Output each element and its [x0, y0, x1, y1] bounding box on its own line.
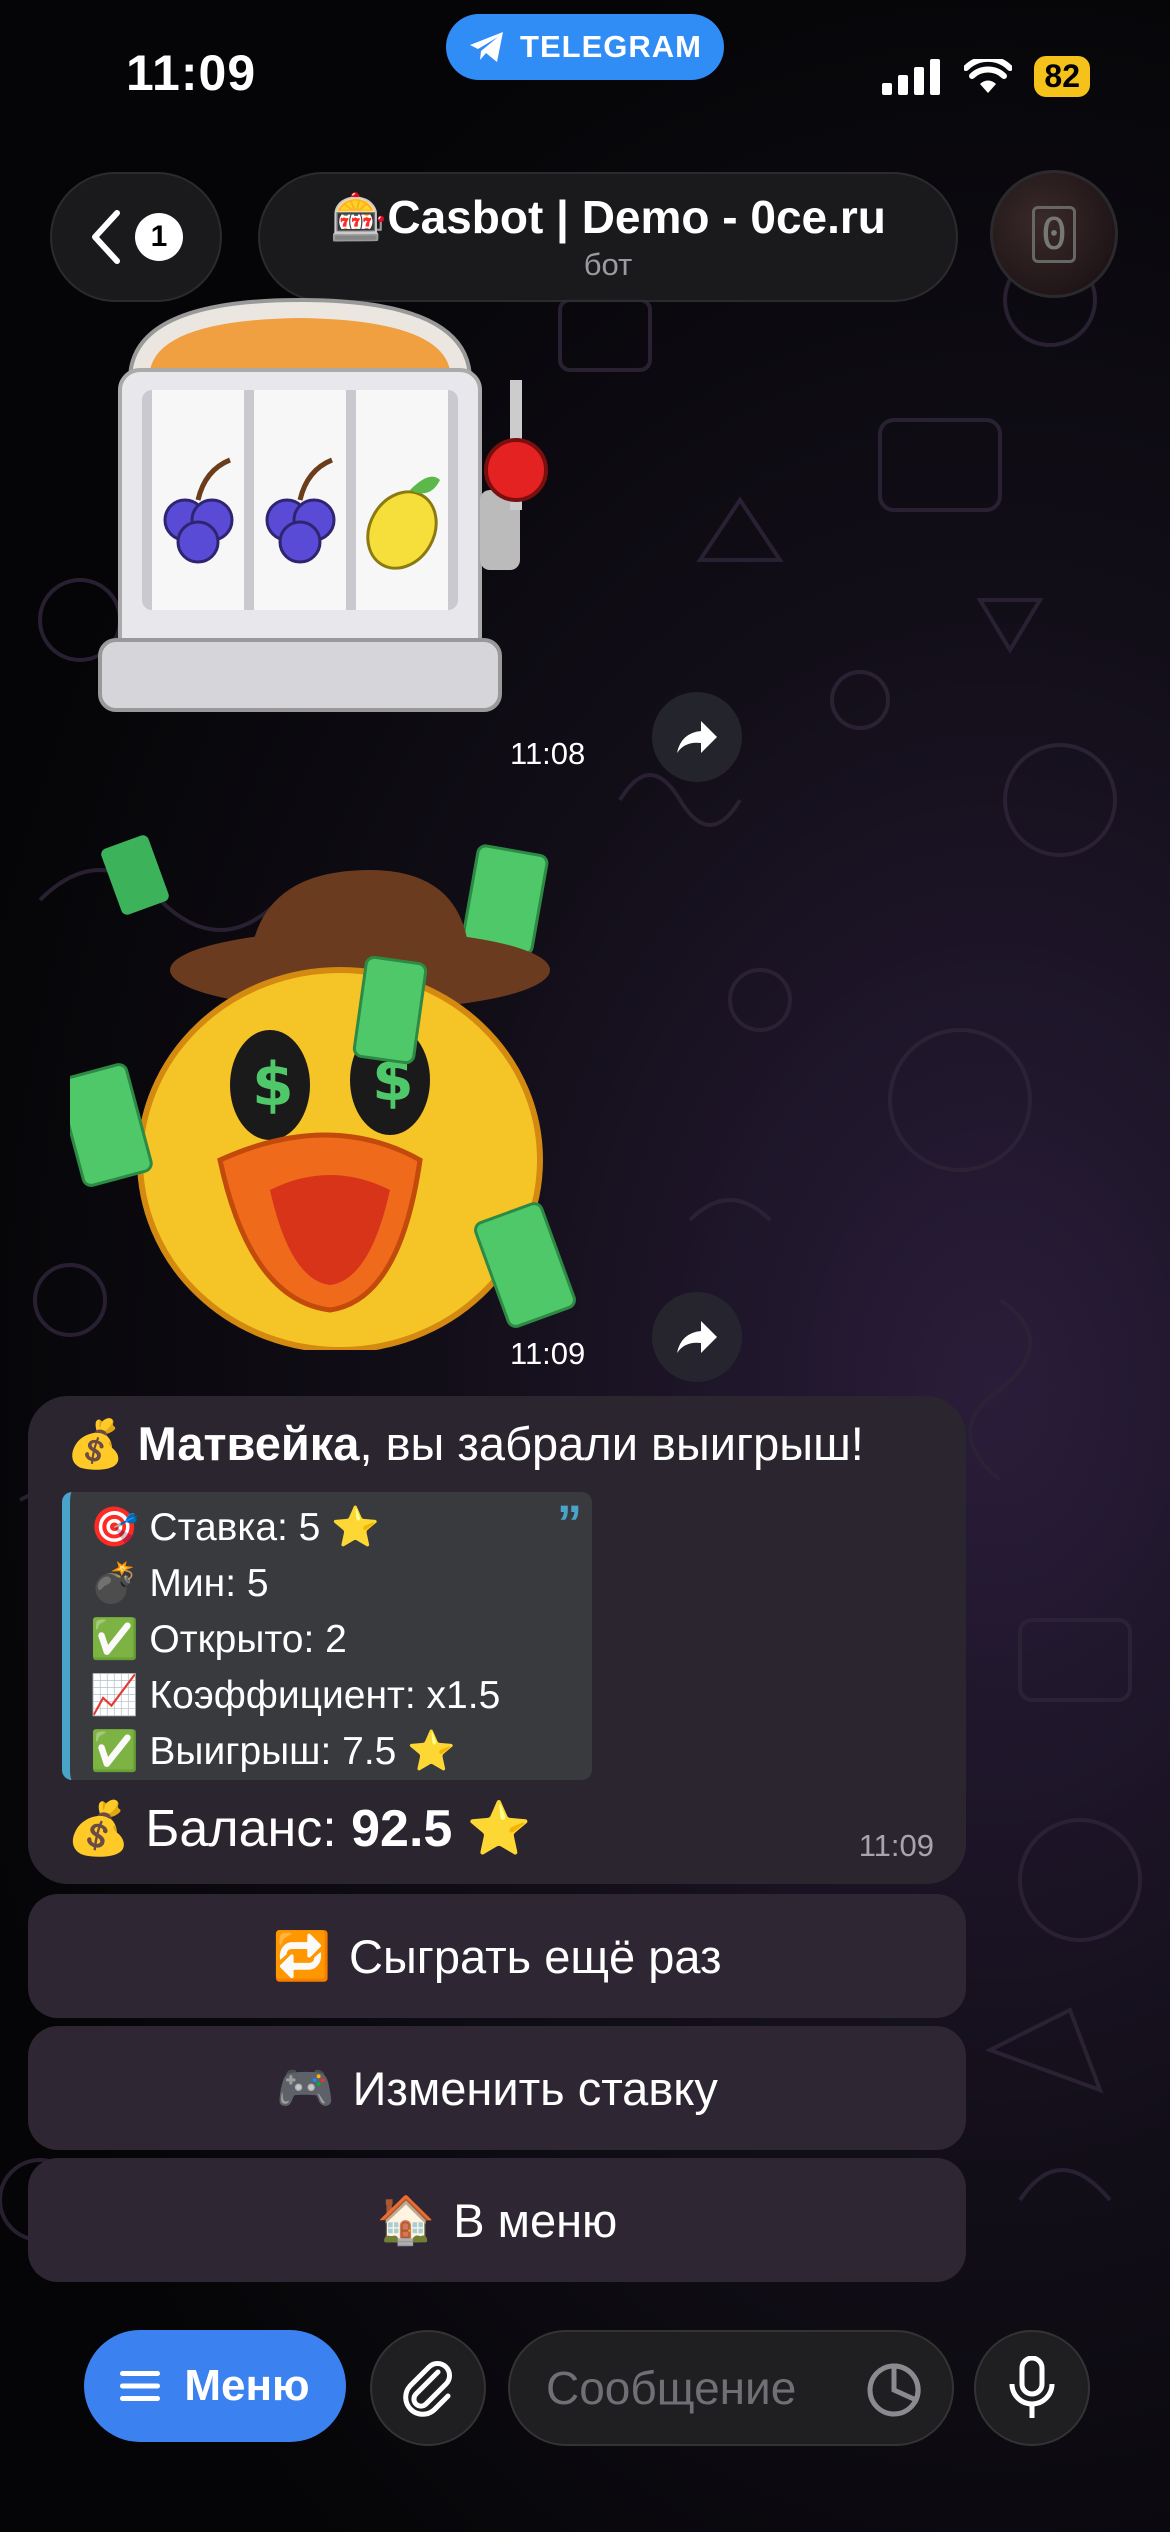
chat-title[interactable]: 🎰Casbot | Demo - 0ce.ru бот	[258, 172, 958, 302]
chat-subtitle: бот	[583, 247, 633, 282]
message-input-wrapper	[508, 2330, 954, 2446]
check-icon: ✅	[90, 1730, 139, 1773]
quote-line-coefficient: 📈 Коэффициент: x1.5	[90, 1668, 592, 1724]
share-arrow-icon	[677, 1321, 717, 1353]
house-icon: 🏠	[376, 2193, 436, 2246]
svg-text:$: $	[252, 1050, 294, 1120]
change-bet-label: Изменить ставку	[352, 2061, 718, 2115]
change-bet-button[interactable]: 🎮 Изменить ставку	[28, 2026, 966, 2150]
chevron-left-icon	[92, 210, 120, 264]
duck-money-sticker[interactable]: $ $	[57, 830, 590, 1353]
battery-indicator: 82	[1034, 56, 1090, 97]
quote-line-mines: 💣 Мин: 5	[90, 1556, 592, 1612]
play-again-label: Сыграть ещё раз	[349, 1929, 722, 1983]
play-again-button[interactable]: 🔁 Сыграть ещё раз	[28, 1894, 966, 2018]
result-message-bubble: 💰 Матвейка, вы забрали выигрыш! ” 🎯 Став…	[28, 1396, 966, 1884]
bot-avatar[interactable]: 0	[990, 170, 1118, 298]
bet-text: Ставка: 5 ⭐	[149, 1506, 380, 1549]
message-input[interactable]	[546, 2361, 846, 2415]
to-menu-button[interactable]: 🏠 В меню	[28, 2158, 966, 2282]
mines-text: Мин: 5	[149, 1562, 269, 1605]
sticker-clock-icon[interactable]	[864, 2360, 924, 2420]
sticker-time: 11:09	[510, 1336, 586, 1371]
balance-line: 💰 Баланс: 92.5 ⭐	[66, 1798, 532, 1859]
message-time: 11:09	[858, 1828, 934, 1863]
status-bar: 11:09 TELEGRAM 82	[0, 0, 1170, 150]
balance-label: Баланс:	[145, 1800, 352, 1858]
back-button[interactable]: 1	[50, 172, 222, 302]
repeat-icon: 🔁	[272, 1929, 332, 1982]
unread-badge: 1	[135, 213, 183, 261]
winnings-text: Выигрыш: 7.5 ⭐	[149, 1730, 456, 1773]
opened-text: Открыто: 2	[149, 1618, 347, 1661]
menu-label: Меню	[184, 2361, 310, 2410]
paperclip-icon	[403, 2361, 452, 2417]
stats-quote: ” 🎯 Ставка: 5 ⭐ 💣 Мин: 5 ✅ Открыто: 2 📈 …	[62, 1492, 592, 1780]
money-bag-icon: 💰	[66, 1800, 131, 1858]
bomb-icon: 💣	[90, 1562, 139, 1605]
telegram-pill[interactable]: TELEGRAM	[446, 14, 724, 80]
message-header: 💰 Матвейка, вы забрали выигрыш!	[66, 1416, 864, 1472]
chat-title-text: Casbot | Demo - 0ce.ru	[387, 191, 886, 243]
slot-machine-image	[98, 297, 548, 712]
money-bag-icon: 💰	[66, 1417, 125, 1470]
forward-button[interactable]	[652, 1292, 742, 1382]
avatar-glyph: 0	[1031, 205, 1077, 263]
slot-machine-sticker[interactable]	[80, 290, 580, 730]
status-icons: 82	[882, 56, 1090, 97]
attach-button[interactable]	[370, 2330, 486, 2446]
wifi-icon	[964, 58, 1013, 93]
signal-icon	[882, 58, 941, 95]
quote-line-bet: 🎯 Ставка: 5 ⭐	[90, 1500, 592, 1556]
title-emoji: 🎰	[330, 191, 388, 243]
forward-button[interactable]	[652, 692, 742, 782]
star-icon: ⭐	[466, 1800, 532, 1858]
telegram-pill-label: TELEGRAM	[520, 29, 702, 64]
telegram-plane-icon	[470, 32, 504, 62]
chart-up-icon: 📈	[90, 1674, 139, 1717]
status-time: 11:09	[126, 45, 257, 101]
to-menu-label: В меню	[453, 2193, 618, 2247]
microphone-icon	[1009, 2356, 1055, 2418]
quote-line-winnings: ✅ Выигрыш: 7.5 ⭐	[90, 1724, 592, 1780]
bot-menu-button[interactable]: Меню	[84, 2330, 346, 2442]
check-icon: ✅	[90, 1618, 139, 1661]
quote-line-opened: ✅ Открыто: 2	[90, 1612, 592, 1668]
share-arrow-icon	[677, 721, 717, 753]
sticker-time: 11:08	[510, 736, 586, 771]
target-icon: 🎯	[90, 1506, 139, 1549]
voice-button[interactable]	[974, 2330, 1090, 2446]
gamepad-icon: 🎮	[276, 2061, 335, 2114]
user-name[interactable]: Матвейка	[138, 1417, 360, 1470]
quote-icon: ”	[557, 1495, 582, 1551]
hamburger-icon	[120, 2371, 161, 2401]
balance-value: 92.5	[351, 1800, 453, 1858]
message-text: , вы забрали выигрыш!	[359, 1417, 864, 1470]
coefficient-text: Коэффициент: x1.5	[149, 1674, 501, 1717]
duck-money-image: $ $	[57, 835, 576, 1353]
